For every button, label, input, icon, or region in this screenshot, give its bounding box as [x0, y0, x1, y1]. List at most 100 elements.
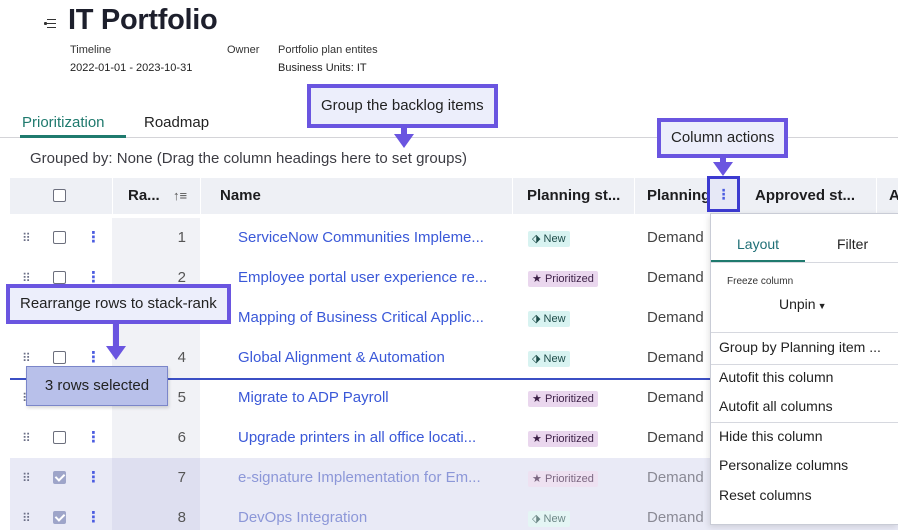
menu-tab-filter[interactable]: Filter [837, 236, 868, 252]
column-header-name[interactable]: Name [220, 178, 261, 214]
portfolio-value[interactable]: Business Units: IT [278, 62, 367, 74]
column-header-planning-status[interactable]: Planning st... [527, 178, 620, 214]
rank-value: 1 [177, 229, 186, 246]
row-actions-kebab-icon[interactable]: ⋮ [86, 458, 101, 498]
menu-item-group-by[interactable]: Group by Planning item ... [719, 339, 881, 355]
star-icon: ★ [532, 473, 542, 485]
planning-value: Demand [647, 469, 704, 486]
column-actions-button[interactable]: ⋮ [707, 176, 740, 212]
planning-item-name-link[interactable]: ServiceNow Communities Impleme... [238, 218, 484, 258]
menu-item-autofit-all[interactable]: Autofit all columns [719, 398, 833, 414]
row-checkbox[interactable] [53, 351, 66, 365]
group-drop-zone[interactable]: Grouped by: None (Drag the column headin… [30, 150, 467, 167]
planning-value: Demand [647, 349, 704, 366]
tab-roadmap[interactable]: Roadmap [144, 114, 209, 131]
planning-item-name-link[interactable]: e-signature Implementation for Em... [238, 458, 481, 498]
owner-label: Owner [227, 44, 260, 56]
grouped-by-value: None (Drag the column headings here to s… [116, 150, 467, 167]
select-all-checkbox[interactable] [53, 189, 66, 203]
star-icon: ★ [532, 393, 542, 405]
row-checkbox[interactable] [53, 471, 66, 485]
planning-value: Demand [647, 309, 704, 326]
tag-icon: ⬗ [532, 313, 541, 325]
planning-status-badge: ⬗ New [528, 351, 570, 367]
planning-status-badge: ⬗ New [528, 511, 570, 527]
planning-status-badge: ★ Prioritized [528, 431, 598, 447]
tab-prioritization[interactable]: Prioritization [22, 114, 105, 131]
planning-value: Demand [647, 429, 704, 446]
rank-value: 7 [177, 469, 186, 486]
menu-item-personalize-columns[interactable]: Personalize columns [719, 457, 848, 473]
freeze-column-select[interactable]: Unpin ▼ [779, 296, 827, 312]
menu-item-autofit-column[interactable]: Autofit this column [719, 369, 833, 385]
tag-icon: ⬗ [532, 233, 541, 245]
table-header: Ra... ↑≡ Name Planning st... Planning Ap… [10, 178, 898, 214]
planning-status-badge: ★ Prioritized [528, 391, 598, 407]
callout-column-actions-arrow [713, 162, 733, 176]
drag-handle-icon[interactable]: ⠿ [22, 218, 31, 258]
row-checkbox[interactable] [53, 511, 66, 525]
timeline-value: 2022-01-01 - 2023-10-31 [70, 62, 193, 74]
planning-item-name-link[interactable]: DevOps Integration [238, 498, 367, 530]
planning-status-label: New [543, 233, 566, 245]
grouped-by-label: Grouped by: [30, 150, 113, 167]
drag-handle-icon[interactable]: ⠿ [22, 458, 31, 498]
star-icon: ★ [532, 433, 542, 445]
collapse-sidebar-icon[interactable] [44, 16, 58, 30]
tag-icon: ⬗ [532, 513, 541, 525]
callout-column-actions: Column actions [657, 118, 789, 158]
menu-tab-layout[interactable]: Layout [737, 236, 779, 252]
planning-status-badge: ★ Prioritized [528, 471, 598, 487]
planning-value: Demand [647, 389, 704, 406]
callout-group-arrow [394, 134, 414, 148]
column-header-extra[interactable]: A [889, 178, 898, 214]
menu-item-reset-columns[interactable]: Reset columns [719, 487, 812, 503]
rank-value: 6 [177, 429, 186, 446]
caret-down-icon: ▼ [817, 301, 827, 311]
planning-status-label: New [543, 513, 566, 525]
drag-handle-icon[interactable]: ⠿ [22, 498, 31, 530]
row-checkbox[interactable] [53, 431, 66, 445]
row-checkbox[interactable] [53, 271, 66, 285]
menu-item-hide-column[interactable]: Hide this column [719, 428, 823, 444]
title-row: IT Portfolio [44, 4, 218, 37]
planning-value: Demand [647, 509, 704, 526]
callout-rearrange-arrow [106, 346, 126, 360]
portfolio-label: Portfolio plan entites [278, 44, 378, 56]
planning-status-label: Prioritized [544, 433, 594, 445]
planning-item-name-link[interactable]: Employee portal user experience re... [238, 258, 487, 298]
planning-status-label: New [543, 353, 566, 365]
page-title: IT Portfolio [68, 4, 218, 36]
column-actions-menu: Layout Filter Freeze column Unpin ▼ Group… [710, 213, 898, 525]
planning-status-badge: ⬗ New [528, 311, 570, 327]
tag-icon: ⬗ [532, 353, 541, 365]
planning-item-name-link[interactable]: Migrate to ADP Payroll [238, 378, 389, 418]
active-tab-indicator [20, 135, 126, 138]
planning-item-name-link[interactable]: Mapping of Business Critical Applic... [238, 298, 484, 338]
freeze-column-label: Freeze column [727, 276, 794, 287]
callout-group-backlog: Group the backlog items [307, 84, 498, 128]
row-checkbox[interactable] [53, 231, 66, 245]
star-icon: ★ [532, 273, 542, 285]
callout-rearrange-stem [113, 322, 119, 348]
planning-item-name-link[interactable]: Upgrade printers in all office locati... [238, 418, 476, 458]
planning-status-label: New [543, 313, 566, 325]
column-header-planning[interactable]: Planning [647, 178, 710, 214]
sort-ascending-icon[interactable]: ↑≡ [173, 178, 187, 214]
column-header-rank[interactable]: Ra... [128, 178, 160, 214]
planning-status-label: Prioritized [544, 393, 594, 405]
planning-item-name-link[interactable]: Global Alignment & Automation [238, 338, 445, 378]
kebab-icon: ⋮ [716, 186, 731, 202]
planning-value: Demand [647, 269, 704, 286]
rank-value: 8 [177, 509, 186, 526]
row-actions-kebab-icon[interactable]: ⋮ [86, 498, 101, 530]
planning-status-label: Prioritized [544, 273, 594, 285]
drag-handle-icon[interactable]: ⠿ [22, 418, 31, 458]
planning-value: Demand [647, 229, 704, 246]
row-actions-kebab-icon[interactable]: ⋮ [86, 218, 101, 258]
rows-selected-drag-tooltip: 3 rows selected [26, 366, 168, 406]
planning-status-badge: ⬗ New [528, 231, 570, 247]
column-header-approved-status[interactable]: Approved st... [755, 178, 855, 214]
callout-rearrange-rows: Rearrange rows to stack-rank [6, 284, 231, 324]
row-actions-kebab-icon[interactable]: ⋮ [86, 418, 101, 458]
